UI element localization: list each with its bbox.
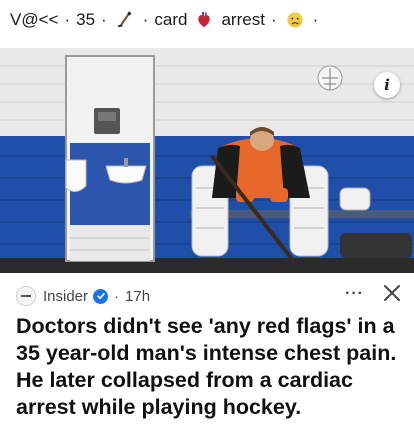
info-button[interactable]: i — [374, 72, 400, 98]
article-headline[interactable]: Doctors didn't see 'any red flags' in a … — [16, 313, 408, 421]
separator-dot: · — [101, 10, 107, 29]
separator-dot: · — [64, 10, 71, 29]
sad-face-icon — [286, 12, 303, 28]
source-logo-icon — [16, 286, 36, 306]
close-icon[interactable] — [382, 283, 402, 303]
anatomical-heart-icon — [198, 11, 211, 28]
separator-dot: · — [312, 10, 319, 29]
separator-dot: · — [114, 287, 120, 305]
source-name[interactable]: Insider — [43, 288, 88, 305]
locker-room-illustration — [0, 48, 414, 273]
article-photo[interactable]: i — [0, 48, 414, 273]
source-row: Insider · 17h ··· — [16, 283, 406, 309]
title-strip: V@<< · 35 · · card arrest · · — [0, 0, 414, 40]
title-word-card: card — [154, 10, 188, 29]
title-word-arrest: arrest — [221, 10, 265, 29]
hockey-stick-icon — [117, 11, 132, 28]
more-options-button[interactable]: ··· — [345, 285, 364, 303]
title-number: 35 — [76, 10, 96, 29]
title-prefix: V@<< — [10, 10, 59, 29]
article-age: 17h — [125, 287, 151, 305]
verified-check-icon — [93, 288, 109, 304]
separator-dot: · — [142, 10, 149, 29]
separator-dot: · — [270, 10, 277, 29]
